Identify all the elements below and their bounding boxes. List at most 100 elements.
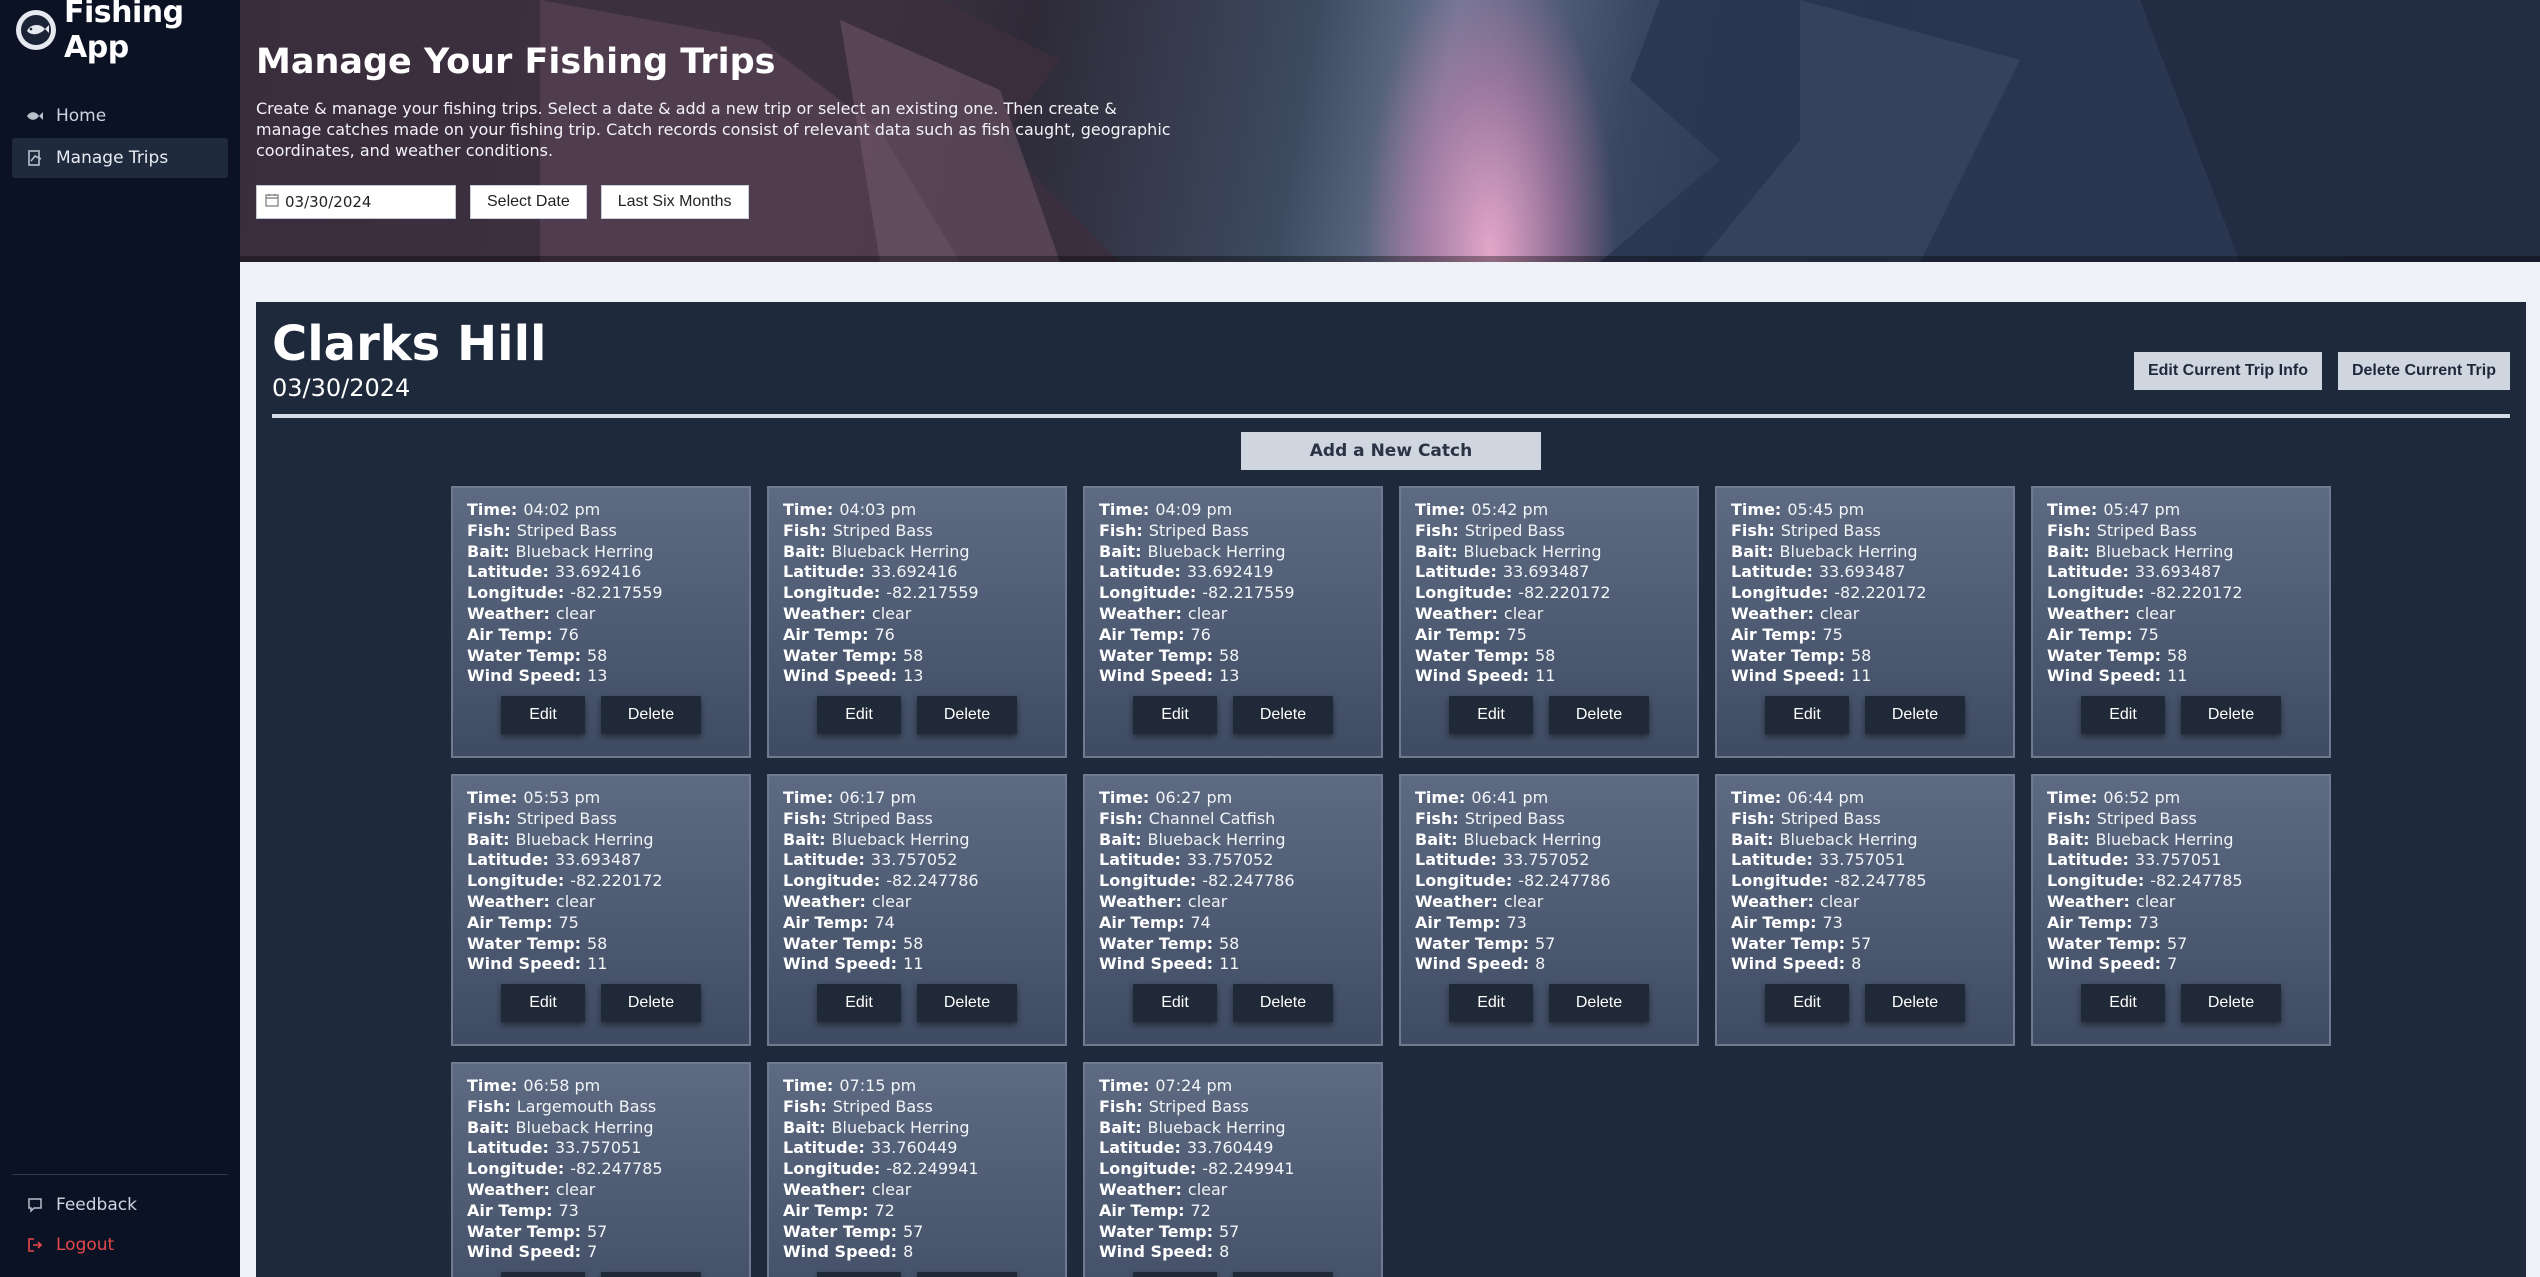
catch-card: Time: 05:53 pm Fish: Striped Bass Bait: Blu…	[451, 774, 751, 1046]
catch-actions: Edit Delete	[453, 696, 749, 734]
catch-field-label: Water Temp:	[1099, 933, 1213, 953]
delete-catch-button[interactable]: Delete	[1549, 696, 1649, 734]
catch-fish: Fish: Striped Bass	[783, 1097, 1051, 1118]
catch-water-temp: Water Temp: 58	[467, 646, 735, 667]
delete-catch-button[interactable]: Delete	[1865, 984, 1965, 1022]
brand[interactable]: Fishing App	[0, 0, 240, 65]
catch-weather: Weather: clear	[783, 604, 1051, 625]
catch-value-water-temp: 58	[1535, 645, 1556, 665]
catch-value-weather: clear	[1819, 891, 1860, 911]
catch-field-label: Time:	[467, 1076, 518, 1095]
catch-water-temp: Water Temp: 58	[467, 934, 735, 955]
edit-catch-button[interactable]: Edit	[1133, 696, 1217, 734]
catch-field-label: Air Temp:	[1099, 624, 1185, 644]
delete-trip-button[interactable]: Delete Current Trip	[2337, 352, 2510, 390]
catch-field-label: Latitude:	[467, 562, 549, 582]
catch-weather: Weather: clear	[1415, 892, 1683, 913]
catch-value-water-temp: 58	[903, 933, 924, 953]
delete-catch-button[interactable]: Delete	[601, 1272, 701, 1277]
logout-icon	[26, 1236, 44, 1254]
delete-catch-button[interactable]: Delete	[917, 696, 1017, 734]
last-six-months-button[interactable]: Last Six Months	[600, 185, 749, 219]
catch-value-time: 05:47 pm	[2103, 500, 2181, 519]
catch-fish: Fish: Striped Bass	[783, 809, 1051, 830]
catch-card: Time: 06:27 pm Fish: Channel Catfish Bait:…	[1083, 774, 1383, 1046]
catch-fish: Fish: Striped Bass	[1731, 521, 1999, 542]
delete-catch-button[interactable]: Delete	[1233, 1272, 1333, 1277]
edit-catch-button[interactable]: Edit	[1133, 984, 1217, 1022]
catch-field-label: Wind Speed:	[1099, 1242, 1214, 1262]
delete-catch-button[interactable]: Delete	[601, 984, 701, 1022]
catch-value-fish: Striped Bass	[832, 520, 933, 540]
edit-catch-button[interactable]: Edit	[1133, 1272, 1217, 1277]
catch-water-temp: Water Temp: 58	[1731, 646, 1999, 667]
catch-value-bait: Blueback Herring	[831, 1117, 970, 1137]
catch-longitude: Longitude: -82.220172	[1731, 583, 1999, 604]
sidebar: Fishing App Home Manage Trips Feedback L…	[0, 0, 240, 1277]
catch-field-label: Weather:	[1099, 891, 1182, 911]
catch-time: Time: 04:03 pm	[783, 500, 1051, 521]
add-catch-button[interactable]: Add a New Catch	[1241, 432, 1541, 470]
delete-catch-button[interactable]: Delete	[2181, 984, 2281, 1022]
delete-catch-button[interactable]: Delete	[1233, 696, 1333, 734]
catch-value-water-temp: 57	[903, 1221, 924, 1241]
delete-catch-button[interactable]: Delete	[1549, 984, 1649, 1022]
sidebar-item-feedback[interactable]: Feedback	[12, 1185, 228, 1225]
delete-catch-button[interactable]: Delete	[1233, 984, 1333, 1022]
edit-catch-button[interactable]: Edit	[817, 1272, 901, 1277]
catch-field-label: Water Temp:	[783, 645, 897, 665]
catch-field-label: Water Temp:	[467, 645, 581, 665]
catch-air-temp: Air Temp: 72	[783, 1201, 1051, 1222]
catch-card: Time: 05:47 pm Fish: Striped Bass Bait: Blu…	[2031, 486, 2331, 758]
select-date-button[interactable]: Select Date	[470, 185, 587, 219]
catch-value-weather: clear	[871, 603, 912, 623]
catch-value-bait: Blueback Herring	[515, 541, 654, 561]
edit-catch-button[interactable]: Edit	[1449, 984, 1533, 1022]
edit-catch-button[interactable]: Edit	[817, 696, 901, 734]
catch-field-label: Bait:	[783, 1117, 826, 1137]
catch-longitude: Longitude: -82.220172	[2047, 583, 2315, 604]
trip-panel: Clarks Hill 03/30/2024 Edit Current Trip…	[256, 302, 2526, 1277]
delete-catch-button[interactable]: Delete	[2181, 696, 2281, 734]
catch-water-temp: Water Temp: 58	[2047, 646, 2315, 667]
edit-catch-button[interactable]: Edit	[501, 984, 585, 1022]
catch-bait: Bait: Blueback Herring	[1415, 542, 1683, 563]
edit-catch-button[interactable]: Edit	[2081, 984, 2165, 1022]
delete-catch-button[interactable]: Delete	[917, 984, 1017, 1022]
date-input[interactable]: 03/30/2024	[256, 185, 456, 219]
delete-catch-button[interactable]: Delete	[601, 696, 701, 734]
edit-catch-button[interactable]: Edit	[501, 1272, 585, 1277]
catch-field-label: Latitude:	[467, 1138, 549, 1158]
catch-actions: Edit Delete	[1401, 696, 1697, 734]
edit-catch-button[interactable]: Edit	[501, 696, 585, 734]
catch-field-label: Water Temp:	[783, 933, 897, 953]
catch-value-water-temp: 57	[1535, 933, 1556, 953]
sidebar-item-home[interactable]: Home	[12, 96, 228, 136]
catch-field-label: Longitude:	[1731, 583, 1829, 603]
edit-catch-button[interactable]: Edit	[1765, 696, 1849, 734]
catch-field-label: Water Temp:	[2047, 645, 2161, 665]
edit-catch-button[interactable]: Edit	[1449, 696, 1533, 734]
delete-catch-button[interactable]: Delete	[917, 1272, 1017, 1277]
edit-catch-button[interactable]: Edit	[817, 984, 901, 1022]
catch-air-temp: Air Temp: 73	[1415, 913, 1683, 934]
catch-value-air-temp: 75	[558, 912, 579, 932]
catch-value-weather: clear	[871, 1179, 912, 1199]
edit-catch-button[interactable]: Edit	[1765, 984, 1849, 1022]
sidebar-item-manage-trips[interactable]: Manage Trips	[12, 138, 228, 178]
catch-field-label: Fish:	[2047, 520, 2091, 540]
delete-catch-button[interactable]: Delete	[1865, 696, 1965, 734]
edit-catch-button[interactable]: Edit	[2081, 696, 2165, 734]
sidebar-item-logout[interactable]: Logout	[12, 1225, 228, 1265]
catch-field-label: Air Temp:	[1415, 912, 1501, 932]
catch-field-label: Water Temp:	[467, 1221, 581, 1241]
trip-header: Clarks Hill 03/30/2024 Edit Current Trip…	[272, 316, 2510, 416]
catch-time: Time: 05:42 pm	[1415, 500, 1683, 521]
catch-value-bait: Blueback Herring	[2095, 829, 2234, 849]
catch-value-latitude: 33.760449	[870, 1138, 958, 1158]
catch-time: Time: 07:24 pm	[1099, 1076, 1367, 1097]
catch-value-air-temp: 75	[1506, 624, 1527, 644]
sidebar-item-label: Feedback	[56, 1195, 137, 1215]
catch-field-label: Weather:	[1099, 603, 1182, 623]
edit-trip-button[interactable]: Edit Current Trip Info	[2133, 352, 2322, 390]
